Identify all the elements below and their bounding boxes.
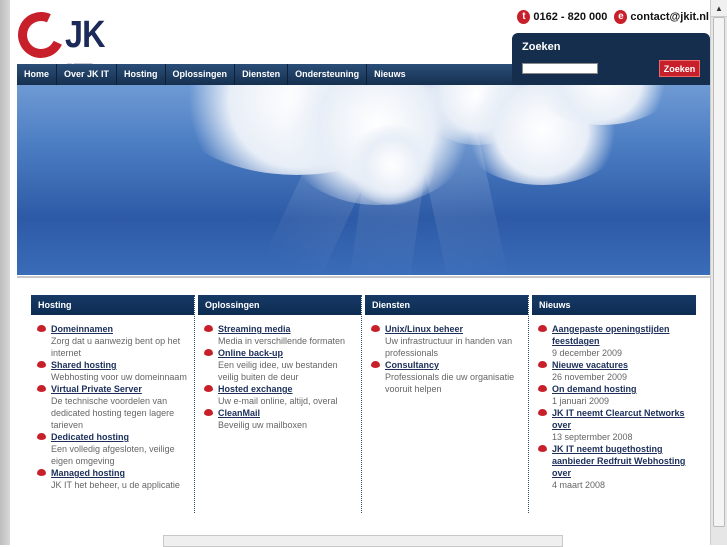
scroll-up-arrow-icon[interactable]: ▲ [711,0,727,17]
bullet-icon [37,325,46,332]
footer-box [163,535,563,547]
column-title: Oplossingen [198,295,361,315]
item-link[interactable]: Streaming media [218,323,357,335]
bullet-icon [538,325,547,332]
item-description: Uw e-mail online, altijd, overal [218,396,338,406]
search-label: Zoeken [522,41,561,53]
item-link[interactable]: Unix/Linux beheer [385,323,524,335]
email-icon: e [614,10,628,24]
divider [17,276,710,278]
list-item: Nieuwe vacatures 26 november 2009 [538,359,692,383]
column-oplossingen: Oplossingen Streaming media Media in versc… [198,295,362,513]
nav-diensten[interactable]: Diensten [235,64,289,85]
bullet-icon [538,385,547,392]
item-description: 4 maart 2008 [552,480,606,490]
logo[interactable]: JK IT [11,5,143,99]
list-item: Shared hosting Webhosting voor uw domeinn… [37,359,190,383]
phone-number: 0162 - 820 000 [533,11,608,23]
column-hosting: Hosting Domeinnamen Zorg dat u aanwezig be… [31,295,195,513]
scrollbar-thumb[interactable] [713,17,725,527]
item-link[interactable]: Managed hosting [51,467,190,479]
bullet-icon [37,361,46,368]
list-item: On demand hosting 1 januari 2009 [538,383,692,407]
bullet-icon [204,385,213,392]
email-link[interactable]: contact@jkit.nl [630,11,709,23]
contact-info: t 0162 - 820 000 e contact@jkit.nl [517,10,709,24]
item-link[interactable]: On demand hosting [552,383,692,395]
list-item: Dedicated hosting Een volledig afgesloten… [37,431,190,467]
bullet-icon [371,325,380,332]
bullet-icon [204,325,213,332]
list-item: JK IT neemt bugethosting aanbieder Redfr… [538,443,692,491]
item-link[interactable]: Domeinnamen [51,323,190,335]
list-item: Aangepaste openingstijden feestdagen 9 de… [538,323,692,359]
column-title: Nieuws [532,295,696,315]
item-link[interactable]: Hosted exchange [218,383,357,395]
item-link[interactable]: Nieuwe vacatures [552,359,692,371]
item-description: Zorg dat u aanwezig bent op het internet [51,336,181,358]
item-description: Uw infrastructuur in handen van professi… [385,336,513,358]
nav-nieuws[interactable]: Nieuws [367,64,413,85]
item-description: Een veilig idee, uw bestanden veilig bui… [218,360,338,382]
bullet-icon [37,385,46,392]
hero-sky-image [17,85,710,275]
bullet-icon [37,469,46,476]
item-link[interactable]: Virtual Private Server [51,383,190,395]
item-link[interactable]: Shared hosting [51,359,190,371]
list-item: Domeinnamen Zorg dat u aanwezig bent op h… [37,323,190,359]
item-description: 1 januari 2009 [552,396,610,406]
phone-icon: t [517,10,531,24]
bullet-icon [538,361,547,368]
bullet-icon [538,409,547,416]
item-link[interactable]: Aangepaste openingstijden feestdagen [552,323,692,347]
logo-ring-icon [11,5,71,65]
list-item: JK IT neemt Clearcut Networks over 13 sep… [538,407,692,443]
search-button[interactable]: Zoeken [659,60,700,77]
bullet-icon [371,361,380,368]
item-link[interactable]: JK IT neemt bugethosting aanbieder Redfr… [552,443,692,479]
item-link[interactable]: Dedicated hosting [51,431,190,443]
nav-over-jk-it[interactable]: Over JK IT [57,64,118,85]
list-item: Managed hosting JK IT het beheer, u de ap… [37,467,190,491]
list-item: Unix/Linux beheer Uw infrastructuur in ha… [371,323,524,359]
item-link[interactable]: Online back-up [218,347,357,359]
list-item: CleanMail Beveilig uw mailboxen [204,407,357,431]
list-item: Online back-up Een veilig idee, uw bestan… [204,347,357,383]
nav-oplossingen[interactable]: Oplossingen [166,64,236,85]
list-item: Virtual Private Server De technische voor… [37,383,190,431]
bullet-icon [204,349,213,356]
item-description: De technische voordelen van dedicated ho… [51,396,175,430]
main-nav: Home Over JK IT Hosting Oplossingen Dien… [17,64,512,85]
list-item: Consultancy Professionals die uw organisa… [371,359,524,395]
list-item: Hosted exchange Uw e-mail online, altijd,… [204,383,357,407]
nav-hosting[interactable]: Hosting [117,64,166,85]
column-title: Hosting [31,295,194,315]
item-description: 9 december 2009 [552,348,623,358]
column-title: Diensten [365,295,528,315]
search-panel: Zoeken Zoeken [512,33,710,85]
item-link[interactable]: CleanMail [218,407,357,419]
item-description: 13 septermber 2008 [552,432,633,442]
list-item: Streaming media Media in verschillende fo… [204,323,357,347]
nav-home[interactable]: Home [17,64,58,85]
item-description: Een volledig afgesloten, veilige eigen o… [51,444,175,466]
column-diensten: Diensten Unix/Linux beheer Uw infrastructu… [365,295,529,513]
search-input[interactable] [522,63,598,74]
item-link[interactable]: Consultancy [385,359,524,371]
window-edge [0,0,10,545]
column-nieuws: Nieuws Aangepaste openingstijden feestdag… [532,295,696,513]
bullet-icon [204,409,213,416]
item-link[interactable]: JK IT neemt Clearcut Networks over [552,407,692,431]
bullet-icon [538,445,547,452]
item-description: Webhosting voor uw domeinnaam [51,372,187,382]
bullet-icon [37,433,46,440]
item-description: Beveilig uw mailboxen [218,420,308,430]
scrollbar[interactable]: ▲ [710,0,727,545]
item-description: JK IT het beheer, u de applicatie [51,480,180,490]
item-description: Professionals die uw organisatie vooruit… [385,372,515,394]
nav-ondersteuning[interactable]: Ondersteuning [288,64,368,85]
item-description: Media in verschillende formaten [218,336,346,346]
item-description: 26 november 2009 [552,372,628,382]
